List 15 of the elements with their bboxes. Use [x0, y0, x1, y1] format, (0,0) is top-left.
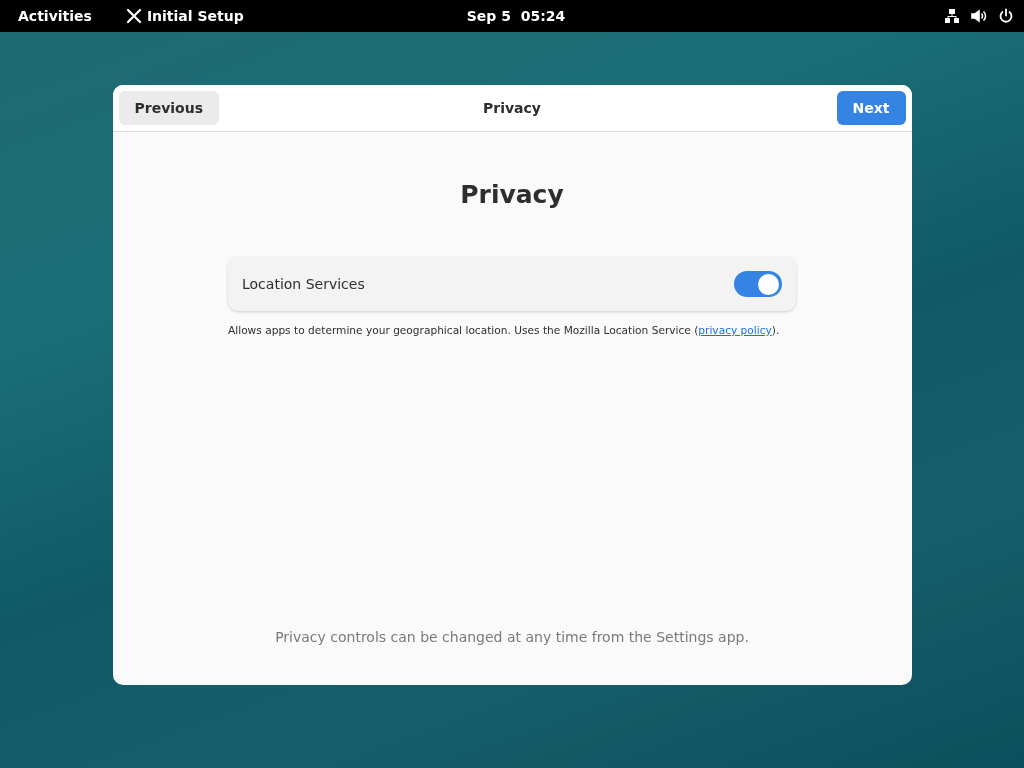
footer-note: Privacy controls can be changed at any time from the Settings app. — [275, 629, 749, 645]
activities-button[interactable]: Activities — [18, 8, 92, 24]
privacy-policy-link[interactable]: privacy policy — [698, 324, 772, 336]
page-heading: Privacy — [460, 180, 564, 209]
power-icon[interactable] — [998, 8, 1014, 24]
next-button[interactable]: Next — [836, 91, 906, 125]
app-menu[interactable]: Initial Setup — [125, 8, 244, 24]
previous-button[interactable]: Previous — [118, 91, 219, 125]
setting-label: Location Services — [242, 276, 365, 292]
dialog-title: Privacy — [483, 100, 541, 116]
clock[interactable]: Sep 5 05:24 — [466, 8, 566, 24]
toggle-switch[interactable] — [734, 271, 782, 297]
network-icon[interactable] — [944, 8, 960, 24]
volume-icon[interactable] — [970, 8, 988, 24]
description-text: Allows apps to determine your geographical location. Uses the Mozilla Location Service (privacy policy). — [228, 323, 780, 338]
